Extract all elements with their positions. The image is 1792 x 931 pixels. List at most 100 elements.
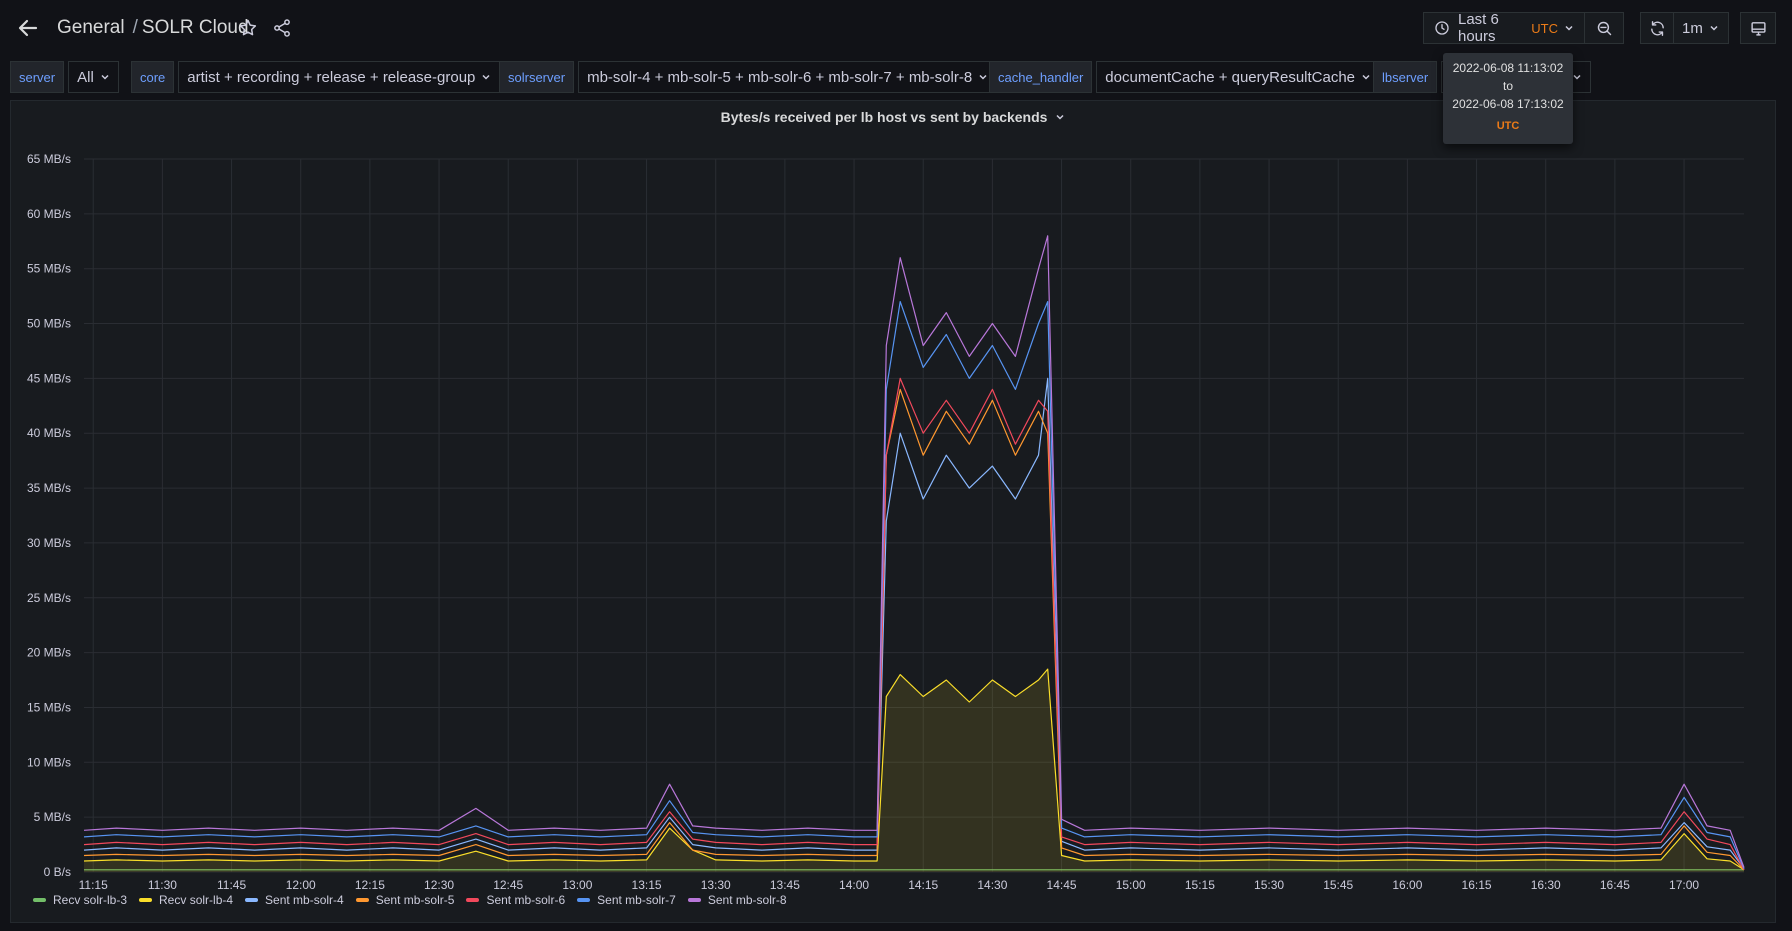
- dashboard-title[interactable]: SOLR Cloud: [142, 17, 249, 38]
- y-tick-label: 30 MB/s: [27, 536, 71, 550]
- tv-mode-button[interactable]: [1740, 12, 1776, 44]
- x-tick-label: 13:00: [562, 878, 592, 892]
- arrow-left-icon[interactable]: [16, 16, 40, 40]
- x-tick-label: 14:45: [1047, 878, 1077, 892]
- tooltip-timezone: UTC: [1496, 120, 1520, 132]
- x-tick-label: 15:00: [1116, 878, 1146, 892]
- view-mode-group: [1740, 12, 1776, 44]
- x-tick-label: 15:30: [1254, 878, 1284, 892]
- legend-item[interactable]: Recv solr-lb-3: [33, 893, 127, 907]
- refresh-icon: [1650, 20, 1664, 36]
- refresh-group: 1m: [1640, 12, 1729, 44]
- variable-select[interactable]: mb-solr-4 + mb-solr-5 + mb-solr-6 + mb-s…: [578, 61, 998, 93]
- zoom-out-icon: [1597, 21, 1611, 35]
- legend-label: Recv solr-lb-4: [159, 893, 234, 907]
- refresh-interval-picker[interactable]: 1m: [1673, 12, 1729, 44]
- legend-swatch: [33, 898, 46, 902]
- x-tick-label: 16:30: [1531, 878, 1561, 892]
- variable-server: server All: [10, 61, 119, 93]
- x-tick-label: 14:00: [839, 878, 869, 892]
- time-range-picker[interactable]: Last 6 hours UTC: [1423, 11, 1585, 45]
- legend-item[interactable]: Sent mb-solr-8: [687, 893, 787, 907]
- breadcrumb: General / SOLR Cloud: [57, 17, 249, 39]
- legend-label: Sent mb-solr-7: [597, 893, 676, 907]
- graph-panel: Bytes/s received per lb host vs sent by …: [10, 100, 1776, 923]
- x-tick-label: 12:00: [286, 878, 316, 892]
- x-tick-label: 16:00: [1392, 878, 1422, 892]
- legend-item[interactable]: Sent mb-solr-7: [577, 893, 676, 907]
- x-tick-label: 12:45: [493, 878, 523, 892]
- zoom-out-button[interactable]: [1584, 12, 1624, 44]
- y-tick-label: 15 MB/s: [27, 700, 71, 714]
- variable-select[interactable]: documentCache + queryResultCache: [1096, 61, 1381, 93]
- y-tick-label: 50 MB/s: [27, 317, 71, 331]
- tooltip-to: 2022-06-08 17:13:02: [1452, 97, 1564, 111]
- variable-select[interactable]: artist + recording + release + release-g…: [178, 61, 501, 93]
- y-tick-label: 65 MB/s: [27, 152, 71, 166]
- legend-swatch: [687, 898, 701, 902]
- x-tick-label: 13:30: [701, 878, 731, 892]
- star-icon[interactable]: [238, 18, 258, 38]
- variable-label: cache_handler: [989, 61, 1093, 93]
- chevron-down-icon: [979, 74, 987, 80]
- clock-icon: [1435, 21, 1449, 35]
- variable-label: lbserver: [1373, 61, 1438, 93]
- legend-swatch: [355, 898, 369, 902]
- chevron-down-icon: [1573, 74, 1581, 80]
- y-tick-label: 25 MB/s: [27, 591, 71, 605]
- x-tick-label: 11:15: [79, 878, 108, 892]
- legend-label: Sent mb-solr-5: [375, 893, 455, 907]
- variable-value: mb-solr-4 + mb-solr-5 + mb-solr-6 + mb-s…: [587, 68, 973, 86]
- chevron-down-icon: [1565, 25, 1573, 31]
- legend-item[interactable]: Sent mb-solr-4: [245, 893, 344, 907]
- x-tick-label: 17:00: [1669, 878, 1699, 892]
- y-tick-label: 20 MB/s: [27, 646, 71, 660]
- variable-solrserver: solrserver mb-solr-4 + mb-solr-5 + mb-so…: [499, 61, 998, 93]
- chart-legend: Recv solr-lb-3 Recv solr-lb-4 Sent mb-solr…: [33, 893, 799, 907]
- variable-core: core artist + recording + release + rele…: [131, 61, 501, 93]
- x-tick-label: 11:45: [217, 878, 246, 892]
- x-tick-label: 12:30: [424, 878, 454, 892]
- y-tick-label: 60 MB/s: [27, 207, 71, 221]
- legend-item[interactable]: Sent mb-solr-5: [355, 893, 455, 907]
- x-tick-label: 14:30: [977, 878, 1007, 892]
- chevron-down-icon: [1710, 25, 1718, 31]
- legend-item[interactable]: Sent mb-solr-6: [466, 893, 565, 907]
- tooltip-from: 2022-06-08 11:13:02: [1452, 61, 1564, 75]
- x-tick-label: 15:15: [1185, 878, 1215, 892]
- refresh-button[interactable]: [1640, 12, 1674, 44]
- legend-label: Sent mb-solr-8: [707, 893, 787, 907]
- legend-item[interactable]: Recv solr-lb-4: [139, 893, 233, 907]
- line-chart[interactable]: 0 B/s 5 MB/s 10 MB/s 15 MB/s 20 MB/s 25 MB/s 3…: [11, 101, 1775, 922]
- variable-label: core: [131, 61, 175, 93]
- share-icon[interactable]: [272, 18, 292, 38]
- legend-swatch: [245, 898, 259, 902]
- timezone-label: UTC: [1531, 20, 1558, 36]
- chevron-down-icon: [482, 74, 490, 80]
- legend-label: Sent mb-solr-6: [486, 893, 566, 907]
- legend-swatch: [139, 898, 153, 902]
- variable-label: server: [10, 61, 65, 93]
- x-tick-label: 15:45: [1323, 878, 1353, 892]
- variable-select[interactable]: All: [68, 61, 119, 93]
- x-tick-label: 11:30: [148, 878, 177, 892]
- variable-cache-handler: cache_handler documentCache + queryResul…: [989, 61, 1381, 93]
- x-tick-label: 13:15: [632, 878, 662, 892]
- variable-value: documentCache + queryResultCache: [1105, 68, 1356, 86]
- legend-swatch: [466, 898, 480, 902]
- y-tick-label: 55 MB/s: [27, 262, 71, 276]
- top-bar: General / SOLR Cloud Last 6 hours UTC 1m: [0, 0, 1792, 58]
- y-tick-label: 0 B/s: [44, 865, 71, 879]
- refresh-interval-label: 1m: [1682, 19, 1703, 37]
- y-tick-label: 45 MB/s: [27, 371, 71, 385]
- x-tick-label: 16:45: [1600, 878, 1630, 892]
- time-range-group: Last 6 hours UTC: [1423, 11, 1624, 45]
- breadcrumb-folder[interactable]: General: [57, 17, 125, 38]
- variable-label: solrserver: [499, 61, 575, 93]
- monitor-icon: [1750, 21, 1766, 36]
- y-tick-label: 35 MB/s: [27, 481, 71, 495]
- time-range-label: Last 6 hours: [1458, 11, 1499, 45]
- y-tick-label: 40 MB/s: [27, 426, 71, 440]
- legend-label: Recv solr-lb-3: [53, 893, 128, 907]
- y-tick-label: 10 MB/s: [27, 755, 71, 769]
